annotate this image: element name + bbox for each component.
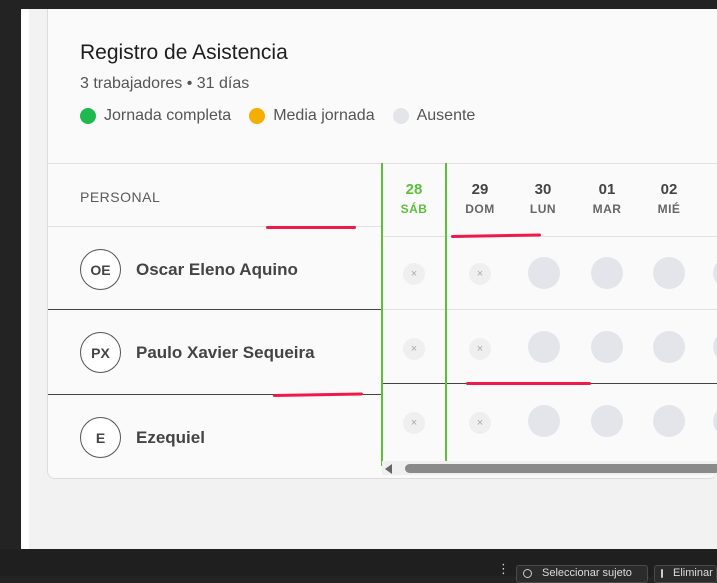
target-icon — [523, 569, 532, 578]
scrollbar-thumb[interactable] — [405, 464, 717, 473]
legend: Jornada completa Media jornada Ausente — [80, 107, 493, 125]
button-label: Eliminar — [673, 567, 713, 579]
today-column-left-line — [381, 163, 383, 466]
day-header-01: 01 MAR — [582, 181, 632, 216]
annotation-stroke — [466, 382, 591, 385]
weekday: MIÉ — [657, 202, 681, 216]
avatar: E — [80, 417, 121, 458]
card-subtitle: 3 trabajadores • 31 días — [80, 75, 250, 92]
day-number: 01 — [598, 181, 616, 198]
worker-row-oscar[interactable]: OE Oscar Eleno Aquino — [80, 249, 298, 290]
attendance-cell-excluded[interactable]: × — [469, 338, 491, 360]
row-divider — [48, 309, 382, 310]
attendance-cell-excluded[interactable]: × — [403, 338, 425, 360]
attendance-cell-absent[interactable] — [528, 331, 560, 363]
day-header-28: 28 SÁB — [389, 181, 439, 216]
day-number: 02 — [660, 181, 678, 198]
legend-label: Media jornada — [273, 107, 375, 124]
weekday: SÁB — [400, 202, 428, 216]
attendance-card: Registro de Asistencia 3 trabajadores • … — [47, 9, 717, 479]
select-subject-button[interactable]: Seleccionar sujeto — [516, 565, 648, 583]
worker-row-paulo[interactable]: PX Paulo Xavier Sequeira — [80, 332, 315, 373]
weekday: MAR — [592, 202, 622, 216]
day-header-02: 02 MIÉ — [644, 181, 694, 216]
worker-row-ezequiel[interactable]: E Ezequiel — [80, 417, 205, 458]
personal-column-header: PERSONAL — [80, 189, 161, 205]
attendance-cell-absent[interactable] — [653, 405, 685, 437]
attendance-cell-absent[interactable] — [591, 257, 623, 289]
avatar: PX — [80, 332, 121, 373]
attendance-cell-excluded[interactable]: × — [403, 263, 425, 285]
attendance-cell-absent[interactable] — [713, 405, 717, 437]
attendance-cell-excluded[interactable]: × — [403, 412, 425, 434]
worker-name: Oscar Eleno Aquino — [136, 259, 298, 279]
attendance-cell-absent[interactable] — [713, 257, 717, 289]
attendance-cell-absent[interactable] — [528, 405, 560, 437]
legend-label: Ausente — [416, 107, 476, 124]
weekday: DOM — [465, 202, 495, 216]
full-day-dot-icon — [80, 108, 96, 124]
day-number: 28 — [405, 181, 423, 198]
day-header-29: 29 DOM — [455, 181, 505, 216]
scroll-left-arrow-icon[interactable] — [385, 464, 392, 474]
page-edge — [21, 9, 29, 549]
attendance-cell-absent[interactable] — [653, 331, 685, 363]
day-number: 29 — [471, 181, 489, 198]
delete-button[interactable]: Eliminar — [654, 565, 717, 583]
legend-label: Jornada completa — [104, 107, 232, 124]
attendance-cell-excluded[interactable]: × — [469, 412, 491, 434]
image-icon — [661, 569, 663, 578]
attendance-cell-absent[interactable] — [591, 331, 623, 363]
half-day-dot-icon — [249, 108, 266, 124]
card-title: Registro de Asistencia — [80, 41, 288, 64]
weekday: LUN — [529, 202, 557, 216]
attendance-cell-absent[interactable] — [653, 257, 685, 289]
attendance-cell-absent[interactable] — [528, 257, 560, 289]
attendance-cell-excluded[interactable]: × — [469, 263, 491, 285]
row-divider — [382, 236, 717, 237]
attendance-cell-absent[interactable] — [591, 405, 623, 437]
toolbar-grip-icon[interactable]: ⋮ — [497, 561, 510, 577]
row-divider — [382, 309, 717, 310]
annotation-stroke — [266, 226, 356, 229]
worker-name: Paulo Xavier Sequeira — [136, 342, 315, 362]
today-column-right-line — [445, 163, 447, 466]
legend-item-full: Jornada completa — [80, 107, 231, 125]
worker-name: Ezequiel — [136, 427, 205, 447]
day-header-30: 30 LUN — [518, 181, 568, 216]
avatar: OE — [80, 249, 121, 290]
day-number: 30 — [534, 181, 552, 198]
legend-item-absent: Ausente — [392, 107, 476, 125]
button-label: Seleccionar sujeto — [542, 567, 632, 579]
legend-item-half: Media jornada — [249, 107, 375, 125]
attendance-cell-absent[interactable] — [713, 331, 717, 363]
absent-dot-icon — [392, 108, 409, 124]
